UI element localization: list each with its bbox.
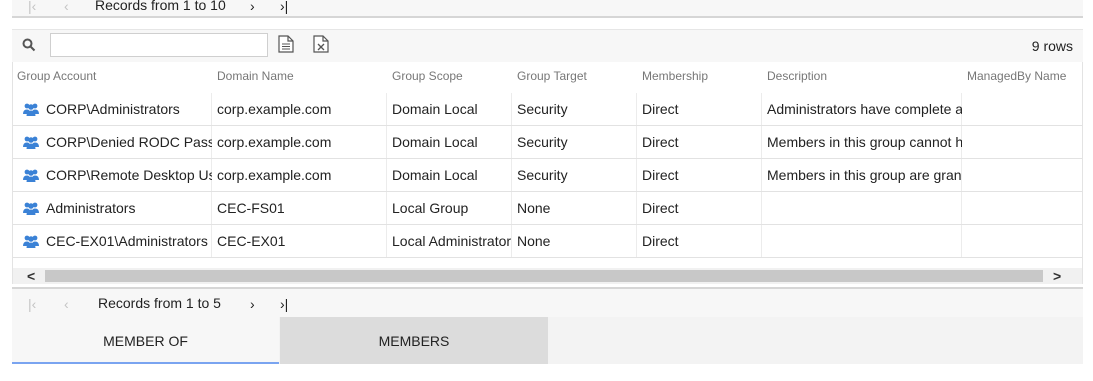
- membership-cell: Direct: [642, 134, 679, 150]
- top-pager: |‹ ‹ Records from 1 to 10 › ›|: [12, 0, 1083, 18]
- group-membership-grid: Group Account Domain Name Group Scope Gr…: [12, 62, 1083, 284]
- column-header-group-scope[interactable]: Group Scope: [392, 69, 463, 83]
- column-header-description[interactable]: Description: [767, 69, 827, 83]
- bottom-pager-records-text: Records from 1 to 5: [98, 295, 221, 311]
- scroll-right-icon[interactable]: >: [1053, 268, 1061, 284]
- group-scope-cell: Local Group: [392, 200, 469, 216]
- prev-page-icon[interactable]: ‹: [64, 0, 69, 14]
- first-page-icon[interactable]: |‹: [28, 0, 36, 14]
- grid-toolbar: 9 rows: [12, 29, 1083, 63]
- last-page-icon[interactable]: ›|: [280, 296, 288, 312]
- table-row[interactable]: CORP\Administrators corp.example.com Domai…: [13, 93, 1082, 126]
- group-account-cell: CEC-EX01\Administrators: [46, 233, 208, 249]
- table-row[interactable]: CEC-EX01\Administrators CEC-EX01 Local Adm…: [13, 225, 1082, 258]
- scroll-left-icon[interactable]: <: [27, 268, 35, 284]
- description-cell: Members in this group are gran: [767, 167, 962, 183]
- domain-name-cell: corp.example.com: [217, 101, 332, 117]
- cell-separator: [961, 225, 962, 257]
- membership-cell: Direct: [642, 167, 679, 183]
- table-row[interactable]: CORP\Denied RODC Pass corp.example.com Dom…: [13, 126, 1082, 159]
- excel-icon[interactable]: [313, 35, 329, 56]
- table-row[interactable]: CORP\Remote Desktop Us corp.example.com Do…: [13, 159, 1082, 192]
- description-cell: Members in this group cannot h: [767, 134, 962, 150]
- detail-tabs: MEMBER OF MEMBERS: [12, 317, 1083, 364]
- group-account-cell: CORP\Administrators: [46, 101, 180, 117]
- domain-name-cell: CEC-FS01: [217, 200, 285, 216]
- next-page-icon[interactable]: ›: [250, 296, 255, 312]
- prev-page-icon[interactable]: ‹: [64, 296, 69, 312]
- group-scope-cell: Domain Local: [392, 134, 478, 150]
- document-icon[interactable]: [278, 35, 294, 56]
- last-page-icon[interactable]: ›|: [280, 0, 288, 14]
- group-account-cell: Administrators: [46, 200, 136, 216]
- group-target-cell: None: [517, 200, 551, 216]
- group-account-cell: CORP\Remote Desktop Us: [46, 167, 212, 183]
- description-cell: Administrators have complete a: [767, 101, 962, 117]
- top-pager-records-text: Records from 1 to 10: [95, 0, 226, 13]
- search-icon: [22, 38, 36, 55]
- grid-header: Group Account Domain Name Group Scope Gr…: [13, 62, 1082, 95]
- search-input[interactable]: [50, 33, 268, 57]
- bottom-pager: |‹ ‹ Records from 1 to 5 › ›|: [12, 287, 1083, 319]
- column-header-domain-name[interactable]: Domain Name: [217, 69, 294, 83]
- group-icon: [23, 168, 39, 182]
- table-row[interactable]: Administrators CEC-FS01 Local Group None Dir…: [13, 192, 1082, 225]
- column-header-managedby-name[interactable]: ManagedBy Name: [967, 69, 1066, 83]
- group-scope-cell: Domain Local: [392, 167, 478, 183]
- group-scope-cell: Domain Local: [392, 101, 478, 117]
- group-icon: [23, 102, 39, 116]
- group-target-cell: None: [517, 233, 551, 249]
- group-icon: [23, 234, 39, 248]
- column-header-membership[interactable]: Membership: [642, 69, 708, 83]
- membership-cell: Direct: [642, 233, 679, 249]
- group-scope-cell: Local Administrator: [392, 233, 512, 249]
- group-target-cell: Security: [517, 134, 568, 150]
- horizontal-scrollbar[interactable]: < >: [13, 268, 1082, 284]
- cell-separator: [961, 192, 962, 224]
- next-page-icon[interactable]: ›: [250, 0, 255, 14]
- tab-members[interactable]: MEMBERS: [280, 317, 548, 364]
- row-count: 9 rows: [1031, 38, 1073, 54]
- column-header-group-target[interactable]: Group Target: [517, 69, 587, 83]
- scrollbar-thumb[interactable]: [45, 270, 1043, 282]
- tab-member-of[interactable]: MEMBER OF: [12, 317, 279, 364]
- domain-name-cell: corp.example.com: [217, 167, 332, 183]
- domain-name-cell: corp.example.com: [217, 134, 332, 150]
- group-icon: [23, 135, 39, 149]
- group-icon: [23, 201, 39, 215]
- column-header-group-account[interactable]: Group Account: [17, 69, 96, 83]
- membership-cell: Direct: [642, 101, 679, 117]
- first-page-icon[interactable]: |‹: [28, 296, 36, 312]
- group-target-cell: Security: [517, 167, 568, 183]
- group-account-cell: CORP\Denied RODC Pass: [46, 134, 212, 150]
- membership-cell: Direct: [642, 200, 679, 216]
- domain-name-cell: CEC-EX01: [217, 233, 286, 249]
- group-target-cell: Security: [517, 101, 568, 117]
